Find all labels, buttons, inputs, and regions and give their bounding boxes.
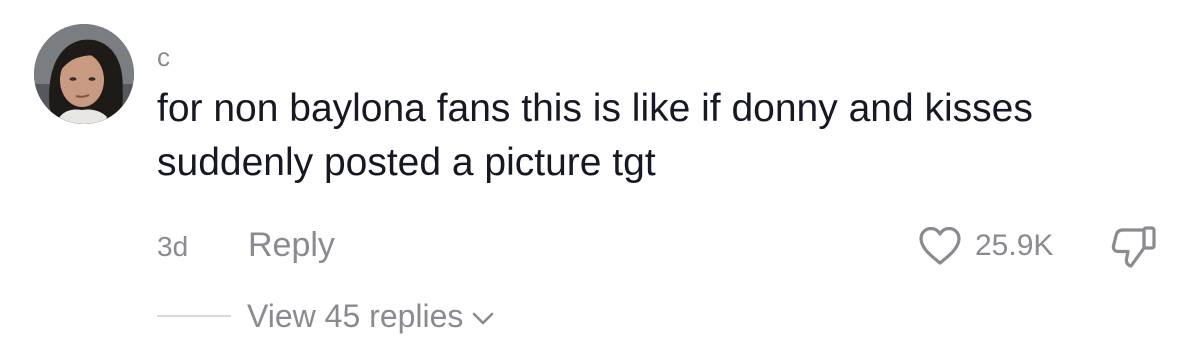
like-count: 25.9K [975,229,1054,262]
avatar-image [34,24,134,124]
heart-outline-icon [919,226,961,265]
view-replies-label: View 45 replies [247,298,464,334]
divider [157,315,231,317]
comment-item: c for non baylona fans this is like if d… [0,0,1200,353]
view-replies-row: View 45 replies [157,296,657,336]
thumbs-down-outline-icon[interactable] [1109,224,1159,270]
chevron-down-icon [473,312,494,325]
comment-actions: 3d Reply 25.9K [157,224,1167,268]
reply-button[interactable]: Reply [248,225,335,265]
like-button[interactable]: 25.9K [917,224,1053,268]
timestamp: 3d [157,231,189,262]
view-replies-button[interactable]: View 45 replies [247,296,495,336]
username[interactable]: c [157,42,170,72]
comment-text: for non baylona fans this is like if don… [157,87,1033,184]
avatar[interactable] [34,24,134,124]
